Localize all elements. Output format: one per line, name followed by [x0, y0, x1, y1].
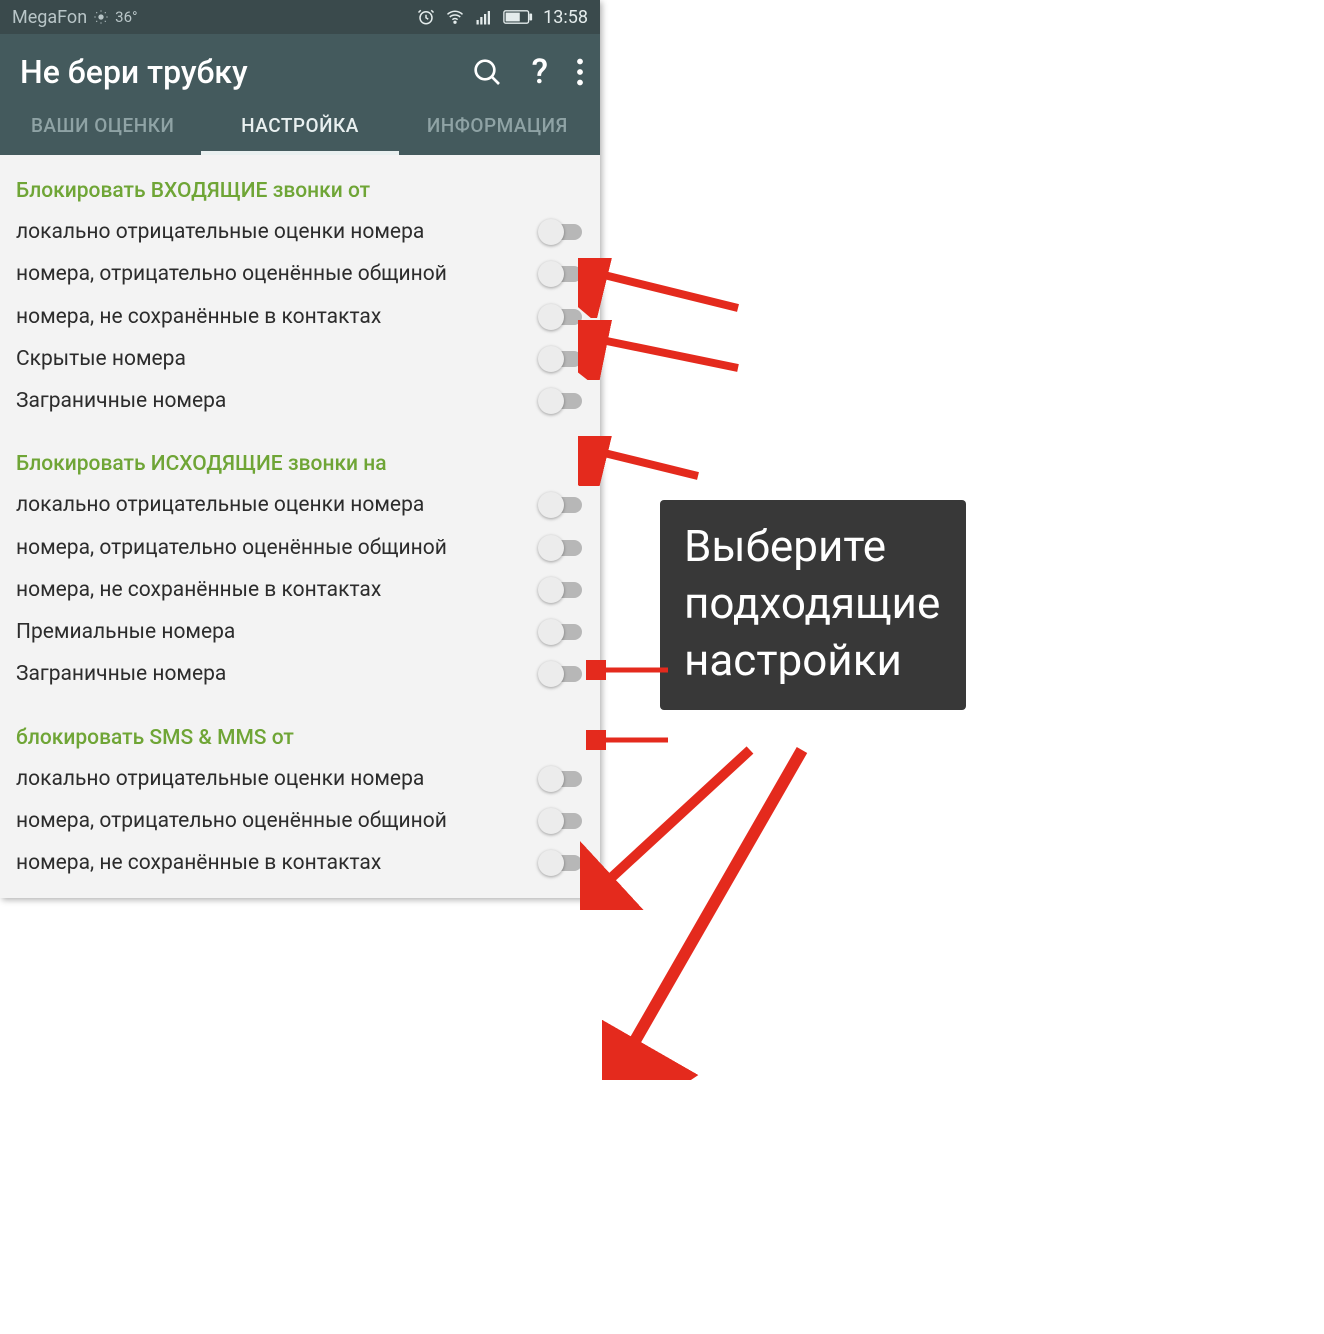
annotation-arrow-icon [578, 320, 748, 380]
clock-label: 13:58 [543, 7, 588, 28]
switch-sms-community-negative[interactable] [538, 811, 586, 831]
section-title-incoming: Блокировать ВХОДЯЩИЕ звонки от [0, 163, 600, 211]
annotation-arrow-icon [586, 660, 676, 680]
row-sms-not-in-contacts: номера, не сохранённые в контактах [0, 842, 600, 884]
row-label: Заграничные номера [16, 388, 526, 414]
annotation-arrow-icon [578, 258, 748, 318]
annotation-arrow-icon [578, 436, 708, 486]
row-label: Премиальные номера [16, 619, 526, 645]
tab-strip: ВАШИ ОЦЕНКИ НАСТРОЙКА ИНФОРМАЦИЯ [0, 98, 600, 155]
row-outgoing-local-negative: локально отрицательные оценки номера [0, 484, 600, 526]
wifi-icon [445, 8, 465, 26]
overflow-menu-icon[interactable] [576, 58, 584, 86]
row-sms-local-negative: локально отрицательные оценки номера [0, 758, 600, 800]
row-sms-community-negative: номера, отрицательно оценённые общиной [0, 800, 600, 842]
battery-icon [503, 9, 533, 25]
help-icon[interactable]: ? [531, 52, 548, 92]
tab-ratings[interactable]: ВАШИ ОЦЕНКИ [4, 98, 201, 155]
annotation-callout: Выберите подходящие настройки [660, 500, 966, 710]
row-incoming-community-negative: номера, отрицательно оценённые общиной [0, 253, 600, 295]
tab-info[interactable]: ИНФОРМАЦИЯ [399, 98, 596, 155]
switch-outgoing-local-negative[interactable] [538, 495, 586, 515]
search-icon[interactable] [471, 56, 503, 88]
row-label: локально отрицательные оценки номера [16, 766, 526, 792]
row-label: номера, отрицательно оценённые общиной [16, 808, 526, 834]
row-label: локально отрицательные оценки номера [16, 219, 526, 245]
status-bar: MegaFon 36° 13:58 [0, 0, 600, 34]
row-outgoing-premium: Премиальные номера [0, 611, 600, 653]
phone-frame: MegaFon 36° 13:58 Не бери трубку [0, 0, 600, 898]
switch-sms-not-in-contacts[interactable] [538, 853, 586, 873]
switch-incoming-local-negative[interactable] [538, 222, 586, 242]
row-outgoing-foreign: Заграничные номера [0, 653, 600, 695]
annotation-arrow-icon [602, 740, 812, 1080]
tab-settings[interactable]: НАСТРОЙКА [201, 98, 398, 155]
switch-incoming-foreign[interactable] [538, 391, 586, 411]
row-outgoing-community-negative: номера, отрицательно оценённые общиной [0, 527, 600, 569]
weather-icon [93, 9, 109, 25]
callout-line: настройки [684, 632, 940, 689]
row-outgoing-not-in-contacts: номера, не сохранённые в контактах [0, 569, 600, 611]
carrier-label: MegaFon [12, 7, 87, 28]
switch-sms-local-negative[interactable] [538, 769, 586, 789]
switch-outgoing-premium[interactable] [538, 622, 586, 642]
app-title: Не бери трубку [20, 53, 248, 91]
settings-content: Блокировать ВХОДЯЩИЕ звонки от локально … [0, 155, 600, 898]
row-incoming-local-negative: локально отрицательные оценки номера [0, 211, 600, 253]
switch-outgoing-foreign[interactable] [538, 664, 586, 684]
row-label: номера, отрицательно оценённые общиной [16, 261, 526, 287]
row-incoming-not-in-contacts: номера, не сохранённые в контактах [0, 296, 600, 338]
app-bar: Не бери трубку ? [0, 34, 600, 98]
row-label: Скрытые номера [16, 346, 526, 372]
row-label: номера, не сохранённые в контактах [16, 304, 526, 330]
row-label: локально отрицательные оценки номера [16, 492, 526, 518]
section-title-sms: блокировать SMS & MMS от [0, 696, 600, 758]
section-title-outgoing: Блокировать ИСХОДЯЩИЕ звонки на [0, 422, 600, 484]
callout-line: Выберите [684, 518, 940, 575]
row-label: номера, отрицательно оценённые общиной [16, 535, 526, 561]
switch-outgoing-community-negative[interactable] [538, 538, 586, 558]
row-label: номера, не сохранённые в контактах [16, 577, 526, 603]
row-label: номера, не сохранённые в контактах [16, 850, 526, 876]
signal-icon [475, 8, 493, 26]
row-label: Заграничные номера [16, 661, 526, 687]
row-incoming-hidden: Скрытые номера [0, 338, 600, 380]
switch-outgoing-not-in-contacts[interactable] [538, 580, 586, 600]
alarm-icon [417, 8, 435, 26]
callout-line: подходящие [684, 575, 940, 632]
row-incoming-foreign: Заграничные номера [0, 380, 600, 422]
temperature-label: 36° [115, 8, 137, 26]
